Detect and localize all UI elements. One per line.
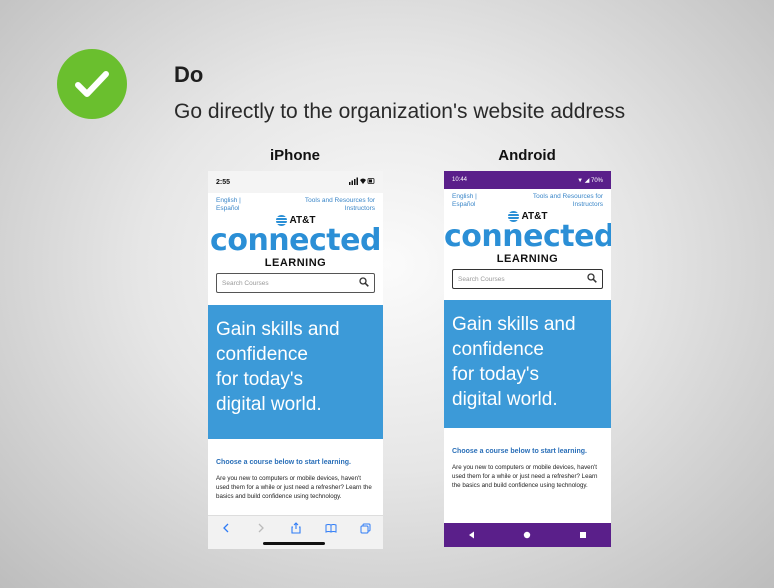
android-nav-bar bbox=[444, 523, 611, 547]
checkmark-icon bbox=[57, 49, 127, 119]
hero-line-1: Gain skills and bbox=[452, 314, 576, 335]
search-courses-input[interactable]: Search Courses bbox=[452, 269, 603, 289]
hero-line-4: digital world. bbox=[452, 389, 558, 410]
link-tools-resources[interactable]: Tools and Resources for bbox=[305, 197, 375, 205]
iphone-screenshot: 2:55 English | Español Tools and Resourc… bbox=[208, 171, 383, 549]
nav-back-icon[interactable] bbox=[467, 530, 477, 540]
status-bar: 2:55 bbox=[208, 171, 383, 193]
status-time: 10:44 bbox=[452, 177, 468, 183]
top-links: English | Español Tools and Resources fo… bbox=[208, 193, 383, 213]
status-bar: 10:44 ▼ ◢ 70% bbox=[444, 171, 611, 189]
intro-title: Choose a course below to start learning. bbox=[216, 459, 351, 466]
link-espanol[interactable]: Español bbox=[216, 205, 241, 213]
forward-icon[interactable] bbox=[254, 521, 268, 535]
safari-toolbar bbox=[208, 515, 383, 549]
top-links: English | Español Tools and Resources fo… bbox=[444, 189, 611, 209]
tabs-icon[interactable] bbox=[359, 521, 373, 535]
share-icon[interactable] bbox=[289, 521, 303, 535]
home-indicator bbox=[263, 542, 325, 545]
slide-heading: Do bbox=[174, 62, 204, 87]
search-placeholder: Search Courses bbox=[222, 279, 269, 287]
slide-subheading: Go directly to the organization's websit… bbox=[174, 100, 626, 123]
search-icon[interactable] bbox=[359, 277, 369, 289]
learning-logo-text: LEARNING bbox=[264, 257, 327, 269]
connected-logo-text: connected bbox=[210, 223, 381, 258]
android-screenshot: 10:44 ▼ ◢ 70% English | Español Tools an… bbox=[444, 171, 611, 547]
search-placeholder: Search Courses bbox=[458, 275, 505, 283]
intro-text: Are you new to computers or mobile devic… bbox=[452, 464, 598, 489]
link-instructors[interactable]: Instructors bbox=[305, 205, 375, 213]
hero-line-4: digital world. bbox=[216, 394, 322, 415]
link-english[interactable]: English | bbox=[452, 193, 477, 201]
learning-logo-text: LEARNING bbox=[496, 253, 559, 265]
search-courses-input[interactable]: Search Courses bbox=[216, 273, 375, 293]
hero-banner: Gain skills and confidence for today's d… bbox=[444, 300, 611, 428]
search-icon[interactable] bbox=[587, 273, 597, 285]
connected-logo-text: connected bbox=[444, 219, 611, 254]
nav-home-icon[interactable] bbox=[522, 530, 532, 540]
hero-line-3: for today's bbox=[216, 369, 304, 390]
back-icon[interactable] bbox=[219, 521, 233, 535]
hero-line-1: Gain skills and bbox=[216, 319, 340, 340]
status-icons: ▼ ◢ 70% bbox=[577, 177, 603, 184]
hero-line-3: for today's bbox=[452, 364, 540, 385]
android-label: Android bbox=[498, 147, 556, 164]
nav-recents-icon[interactable] bbox=[578, 530, 588, 540]
status-icons bbox=[349, 177, 375, 187]
iphone-label: iPhone bbox=[269, 147, 320, 164]
hero-banner: Gain skills and confidence for today's d… bbox=[208, 305, 383, 439]
link-espanol[interactable]: Español bbox=[452, 201, 477, 209]
status-time: 2:55 bbox=[216, 178, 231, 186]
bookmarks-icon[interactable] bbox=[324, 521, 338, 535]
link-english[interactable]: English | bbox=[216, 197, 241, 205]
hero-line-2: confidence bbox=[216, 344, 308, 365]
link-tools-resources[interactable]: Tools and Resources for bbox=[533, 193, 603, 201]
intro-text: Are you new to computers or mobile devic… bbox=[216, 475, 372, 500]
link-instructors[interactable]: Instructors bbox=[533, 201, 603, 209]
intro-title: Choose a course below to start learning. bbox=[452, 448, 587, 455]
hero-line-2: confidence bbox=[452, 339, 544, 360]
